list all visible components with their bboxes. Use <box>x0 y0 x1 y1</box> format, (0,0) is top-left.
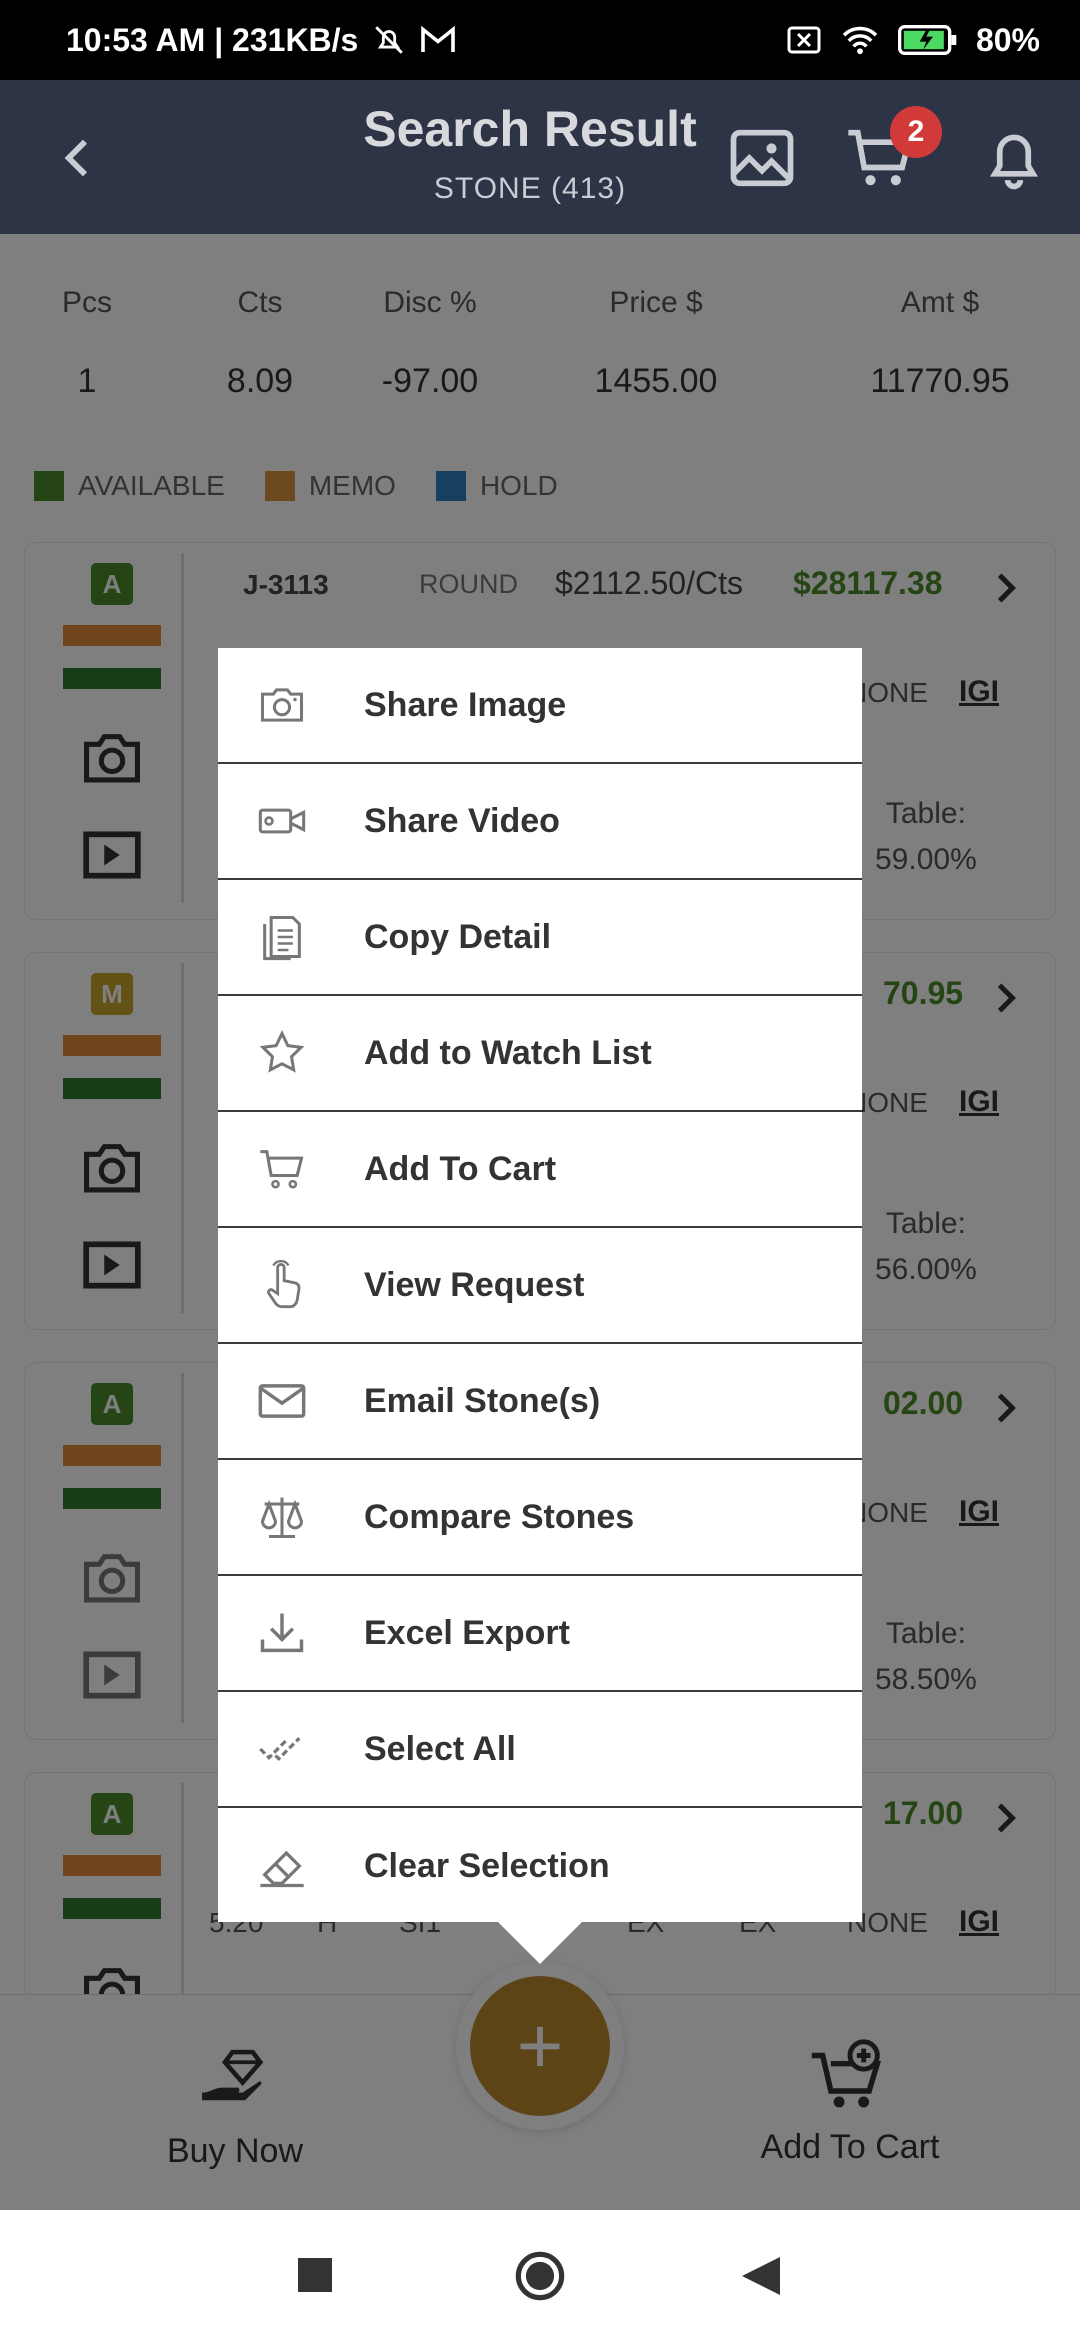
download-icon <box>260 1613 304 1653</box>
cart-count-badge: 2 <box>890 106 942 158</box>
video-icon <box>258 808 306 834</box>
camera-icon <box>260 688 304 722</box>
menu-item-select-all[interactable]: Select All <box>218 1692 862 1808</box>
document-icon <box>263 915 301 961</box>
menu-item-view-request[interactable]: View Request <box>218 1228 862 1344</box>
menu-item-add-to-cart[interactable]: Add To Cart <box>218 1112 862 1228</box>
home-circle-icon[interactable] <box>514 2250 566 2302</box>
menu-item-copy-detail[interactable]: Copy Detail <box>218 880 862 996</box>
menu-item-compare-stones[interactable]: Compare Stones <box>218 1460 862 1576</box>
sim-off-icon <box>787 26 821 54</box>
menu-pointer-arrow <box>496 1920 584 1964</box>
menu-item-add-to-watch-list[interactable]: Add to Watch List <box>218 996 862 1112</box>
recents-square-icon[interactable] <box>298 2258 332 2292</box>
status-time: 10:53 AM | 231KB/s <box>66 21 359 58</box>
back-triangle-icon[interactable] <box>742 2256 780 2296</box>
system-nav-bar <box>0 2210 1080 2340</box>
menu-item-clear-selection[interactable]: Clear Selection <box>218 1808 862 1924</box>
image-icon[interactable] <box>724 120 800 196</box>
battery-percent: 80% <box>975 21 1040 58</box>
envelope-icon <box>258 1384 306 1418</box>
menu-item-share-image[interactable]: Share Image <box>218 648 862 764</box>
gmail-icon <box>421 25 456 52</box>
cart-icon <box>260 1150 304 1189</box>
menu-item-email-stones[interactable]: Email Stone(s) <box>218 1344 862 1460</box>
star-icon <box>259 1030 305 1073</box>
mute-bell-icon <box>375 26 404 54</box>
eraser-icon <box>260 1850 304 1888</box>
hand-pointer-icon <box>267 1259 301 1309</box>
menu-item-share-video[interactable]: Share Video <box>218 764 862 880</box>
action-menu: Share Image Share Video Copy Detail Add … <box>218 648 862 1922</box>
bell-icon[interactable] <box>976 120 1052 196</box>
menu-item-excel-export[interactable]: Excel Export <box>218 1576 862 1692</box>
double-check-icon <box>259 1737 301 1762</box>
wifi-icon <box>842 26 878 55</box>
scale-icon <box>260 1497 304 1539</box>
battery-icon <box>897 25 957 55</box>
status-bar: 10:53 AM | 231KB/s 80% <box>0 0 1080 80</box>
